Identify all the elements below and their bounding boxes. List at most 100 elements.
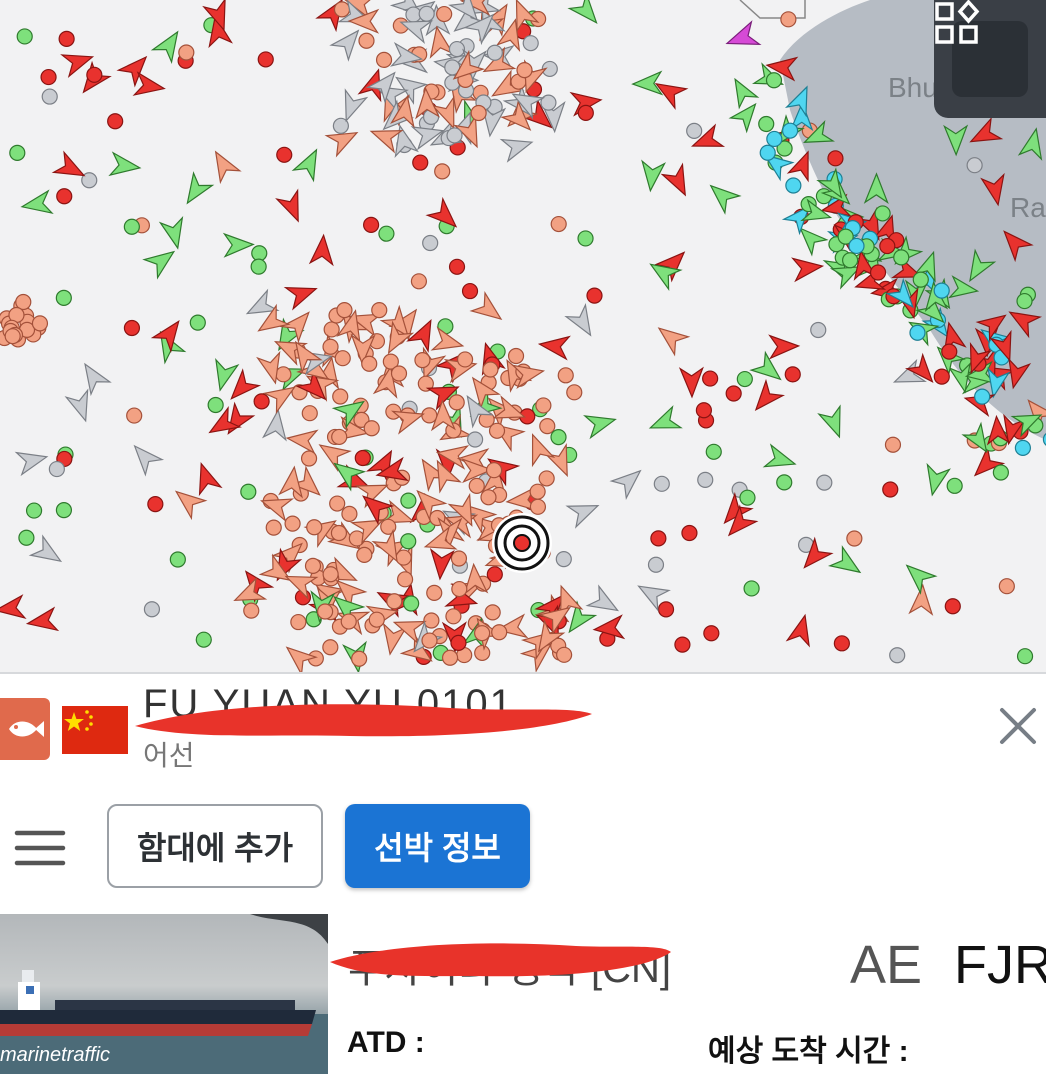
vessel-dot-marker[interactable]: [456, 351, 474, 368]
vessel-dot-marker[interactable]: [322, 639, 339, 656]
vessel-dot-marker[interactable]: [944, 598, 961, 615]
vessel-dot-marker[interactable]: [736, 370, 753, 388]
vessel-dot-marker[interactable]: [304, 557, 322, 574]
vessel-dot-marker[interactable]: [482, 361, 499, 378]
vessel-dot-marker[interactable]: [441, 649, 459, 666]
vessel-dot-marker[interactable]: [446, 127, 463, 144]
vessel-dot-marker[interactable]: [882, 481, 899, 498]
vessel-dot-marker[interactable]: [275, 366, 292, 383]
vessel-dot-marker[interactable]: [243, 602, 260, 619]
vessel-dot-marker[interactable]: [555, 550, 572, 568]
vessel-dot-marker[interactable]: [331, 428, 348, 446]
vessel-dot-marker[interactable]: [147, 496, 164, 513]
vessel-dot-marker[interactable]: [301, 405, 318, 422]
vessel-dot-marker[interactable]: [816, 474, 833, 491]
vessel-dot-marker[interactable]: [207, 396, 224, 414]
vessel-dot-marker[interactable]: [766, 130, 783, 148]
vessel-dot-marker[interactable]: [538, 470, 555, 487]
vessel-dot-marker[interactable]: [933, 282, 950, 299]
vessel-dot-marker[interactable]: [1016, 292, 1033, 310]
vessel-dot-marker[interactable]: [386, 593, 403, 610]
vessel-dot-marker[interactable]: [58, 30, 75, 47]
vessel-dot-marker[interactable]: [322, 566, 339, 583]
vessel-dot-marker[interactable]: [909, 324, 926, 341]
vessel-dot-marker[interactable]: [251, 245, 268, 262]
vessel-dot-marker[interactable]: [998, 578, 1015, 595]
vessel-dot-marker[interactable]: [556, 646, 573, 663]
vessel-dot-marker[interactable]: [400, 533, 417, 550]
vessel-dot-marker[interactable]: [884, 436, 902, 453]
menu-button[interactable]: [14, 826, 68, 870]
vessel-dot-marker[interactable]: [434, 163, 451, 180]
vessel-dot-marker[interactable]: [785, 177, 802, 194]
vessel-dot-marker[interactable]: [540, 94, 557, 111]
vessel-dot-marker[interactable]: [445, 608, 462, 625]
vessel-dot-marker[interactable]: [1014, 439, 1031, 456]
vessel-dot-marker[interactable]: [400, 492, 417, 509]
vessel-dot-marker[interactable]: [86, 66, 103, 83]
vessel-dot-marker[interactable]: [912, 271, 929, 288]
vessel-dot-marker[interactable]: [240, 483, 257, 500]
vessel-dot-marker[interactable]: [557, 367, 574, 384]
vessel-dot-marker[interactable]: [781, 122, 799, 139]
vessel-dot-marker[interactable]: [674, 636, 691, 653]
add-to-fleet-button[interactable]: 함대에 추가: [107, 804, 323, 888]
vessel-dot-marker[interactable]: [123, 218, 140, 235]
vessel-dot-marker[interactable]: [341, 505, 358, 522]
vessel-dot-marker[interactable]: [351, 650, 368, 667]
vessel-dot-marker[interactable]: [436, 5, 453, 23]
vessel-dot-marker[interactable]: [468, 477, 485, 494]
vessel-dot-marker[interactable]: [126, 407, 143, 424]
vessel-dot-marker[interactable]: [879, 237, 896, 255]
vessel-dot-marker[interactable]: [486, 44, 503, 61]
vessel-dot-marker[interactable]: [368, 611, 385, 628]
selected-vessel-marker[interactable]: [492, 513, 552, 573]
vessel-dot-marker[interactable]: [484, 604, 501, 621]
vessel-dot-marker[interactable]: [705, 443, 722, 460]
vessel-dot-marker[interactable]: [55, 502, 73, 519]
vessel-dot-marker[interactable]: [390, 365, 408, 382]
vessel-dot-marker[interactable]: [375, 51, 393, 68]
vessel-dot-marker[interactable]: [356, 546, 373, 563]
vessel-dot-marker[interactable]: [18, 529, 35, 546]
vessel-dot-marker[interactable]: [550, 215, 567, 233]
vessel-dot-marker[interactable]: [189, 314, 206, 331]
vessel-dot-marker[interactable]: [363, 216, 380, 233]
vessel-dot-marker[interactable]: [421, 632, 438, 649]
vessel-dot-marker[interactable]: [759, 144, 776, 161]
vessel-dot-marker[interactable]: [474, 644, 491, 662]
vessel-dot-marker[interactable]: [361, 355, 378, 372]
vessel-dot-marker[interactable]: [396, 571, 414, 588]
vessel-dot-marker[interactable]: [421, 407, 438, 424]
vessel-dot-marker[interactable]: [784, 366, 801, 383]
vessel-dot-marker[interactable]: [265, 519, 282, 536]
vessel-dot-marker[interactable]: [1016, 648, 1034, 665]
vessel-dot-marker[interactable]: [702, 370, 719, 387]
vessel-dot-marker[interactable]: [290, 613, 307, 631]
vessel-dot-marker[interactable]: [765, 72, 783, 89]
vessel-dot-marker[interactable]: [448, 40, 466, 58]
vessel-dot-marker[interactable]: [703, 625, 720, 642]
vessel-dot-marker[interactable]: [474, 625, 491, 642]
vessel-dot-marker[interactable]: [780, 11, 797, 28]
vessel-dot-marker[interactable]: [334, 350, 351, 367]
vessel-dot-marker[interactable]: [650, 530, 667, 547]
vessel-dot-marker[interactable]: [143, 601, 161, 618]
vessel-info-button[interactable]: 선박 정보: [345, 804, 530, 888]
vessel-dot-marker[interactable]: [332, 388, 349, 405]
vessel-dot-marker[interactable]: [529, 498, 547, 515]
vessel-dot-marker[interactable]: [284, 515, 301, 532]
vessel-dot-marker[interactable]: [25, 502, 43, 519]
vessel-dot-marker[interactable]: [329, 495, 346, 512]
vessel-dot-marker[interactable]: [842, 252, 859, 269]
vessel-dot-marker[interactable]: [107, 113, 124, 130]
vessel-dot-marker[interactable]: [516, 62, 533, 79]
vessel-dot-marker[interactable]: [657, 601, 675, 618]
vessel-dot-marker[interactable]: [874, 205, 891, 222]
vessel-dot-marker[interactable]: [488, 422, 506, 439]
vessel-dot-marker[interactable]: [946, 477, 963, 494]
vessel-dot-marker[interactable]: [450, 634, 467, 651]
vessel-dot-marker[interactable]: [577, 230, 594, 247]
vessel-dot-marker[interactable]: [56, 188, 73, 205]
vessel-dot-marker[interactable]: [333, 1, 351, 18]
